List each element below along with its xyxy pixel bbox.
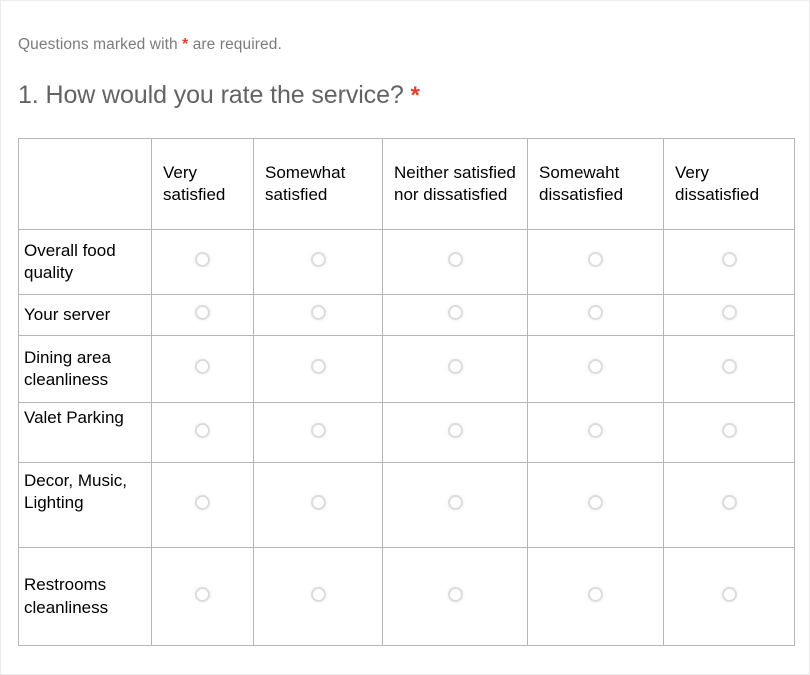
radio-cell-0-1[interactable] — [253, 229, 383, 295]
radio-cell-5-2[interactable] — [382, 547, 528, 646]
table-row: Overall food quality — [18, 229, 795, 295]
radio-cell-5-3[interactable] — [527, 547, 664, 646]
radio-unchecked-icon[interactable] — [447, 359, 463, 374]
radio-cell-4-0[interactable] — [151, 462, 254, 548]
radio-unchecked-icon[interactable] — [310, 422, 326, 438]
radio-unchecked-icon[interactable] — [195, 422, 210, 438]
matrix-column-header-1: Somewhat satisfied — [253, 138, 383, 230]
radio-unchecked-icon[interactable] — [721, 422, 737, 438]
radio-cell-1-0[interactable] — [151, 294, 254, 336]
radio-cell-1-2[interactable] — [382, 294, 528, 336]
radio-unchecked-icon[interactable] — [588, 359, 603, 374]
radio-unchecked-icon[interactable] — [310, 252, 326, 267]
radio-unchecked-icon[interactable] — [721, 495, 737, 510]
matrix-column-header-4: Very dissatisfied — [663, 138, 795, 230]
radio-cell-0-0[interactable] — [151, 229, 254, 295]
radio-cell-0-4[interactable] — [663, 229, 795, 295]
radio-unchecked-icon[interactable] — [447, 586, 463, 602]
matrix-row-label-3-cell: Valet Parking — [18, 402, 152, 463]
radio-cell-3-0[interactable] — [151, 402, 254, 463]
radio-unchecked-icon[interactable] — [721, 305, 737, 320]
table-row: Restrooms cleanliness — [18, 547, 795, 646]
question-title-text: 1. How would you rate the service? — [18, 81, 411, 109]
radio-cell-2-0[interactable] — [151, 335, 254, 403]
radio-cell-2-3[interactable] — [527, 335, 664, 403]
radio-cell-0-3[interactable] — [527, 229, 664, 295]
radio-unchecked-icon[interactable] — [195, 252, 210, 267]
rating-matrix-table: Very satisfied Somewhat satisfied Neithe… — [18, 138, 795, 646]
radio-unchecked-icon[interactable] — [721, 359, 737, 374]
radio-cell-2-4[interactable] — [663, 335, 795, 403]
matrix-row-label-4-cell: Decor, Music, Lighting — [18, 462, 152, 548]
radio-cell-3-1[interactable] — [253, 402, 383, 463]
radio-cell-3-3[interactable] — [527, 402, 664, 463]
radio-cell-1-1[interactable] — [253, 294, 383, 336]
matrix-column-header-2: Neither satisfied nor dissatisfied — [382, 138, 528, 230]
radio-unchecked-icon[interactable] — [447, 305, 463, 320]
table-row: Valet Parking — [18, 402, 795, 463]
radio-unchecked-icon[interactable] — [195, 305, 210, 320]
required-note-suffix: are required. — [188, 36, 282, 53]
radio-cell-5-0[interactable] — [151, 547, 254, 646]
radio-unchecked-icon[interactable] — [447, 422, 463, 438]
radio-cell-3-2[interactable] — [382, 402, 528, 463]
matrix-row-label-5: Restrooms cleanliness — [18, 547, 152, 646]
radio-unchecked-icon[interactable] — [195, 586, 210, 602]
radio-cell-4-3[interactable] — [527, 462, 664, 548]
matrix-row-label-4: Decor, Music, Lighting — [24, 471, 127, 513]
matrix-corner-cell — [18, 138, 152, 230]
radio-unchecked-icon[interactable] — [588, 422, 603, 438]
radio-unchecked-icon[interactable] — [310, 586, 326, 602]
matrix-column-header-0: Very satisfied — [151, 138, 254, 230]
radio-unchecked-icon[interactable] — [588, 586, 603, 602]
radio-unchecked-icon[interactable] — [588, 495, 603, 510]
matrix-column-header-3: Somewaht dissatisfied — [527, 138, 664, 230]
radio-unchecked-icon[interactable] — [588, 252, 603, 267]
required-fields-note: Questions marked with * are required. — [18, 36, 282, 54]
matrix-row-label-1: Your server — [18, 294, 152, 336]
question-title: 1. How would you rate the service? * — [18, 81, 420, 110]
radio-cell-2-1[interactable] — [253, 335, 383, 403]
radio-cell-0-2[interactable] — [382, 229, 528, 295]
required-note-prefix: Questions marked with — [18, 36, 183, 53]
radio-unchecked-icon[interactable] — [588, 305, 603, 320]
radio-unchecked-icon[interactable] — [310, 495, 326, 510]
radio-unchecked-icon[interactable] — [310, 305, 326, 320]
radio-cell-4-4[interactable] — [663, 462, 795, 548]
table-row: Dining area cleanliness — [18, 335, 795, 403]
matrix-header-row: Very satisfied Somewhat satisfied Neithe… — [18, 138, 795, 230]
radio-cell-4-2[interactable] — [382, 462, 528, 548]
radio-unchecked-icon[interactable] — [310, 359, 326, 374]
radio-unchecked-icon[interactable] — [195, 359, 210, 374]
radio-cell-3-4[interactable] — [663, 402, 795, 463]
radio-cell-1-4[interactable] — [663, 294, 795, 336]
matrix-row-label-2: Dining area cleanliness — [18, 335, 152, 403]
radio-unchecked-icon[interactable] — [721, 252, 737, 267]
radio-cell-1-3[interactable] — [527, 294, 664, 336]
matrix-row-label-3: Valet Parking — [24, 408, 124, 427]
table-row: Decor, Music, Lighting — [18, 462, 795, 548]
radio-unchecked-icon[interactable] — [447, 252, 463, 267]
radio-cell-4-1[interactable] — [253, 462, 383, 548]
radio-unchecked-icon[interactable] — [721, 586, 737, 602]
table-row: Your server — [18, 294, 795, 336]
radio-cell-5-1[interactable] — [253, 547, 383, 646]
radio-cell-2-2[interactable] — [382, 335, 528, 403]
radio-unchecked-icon[interactable] — [195, 495, 210, 510]
radio-cell-5-4[interactable] — [663, 547, 795, 646]
matrix-row-label-0: Overall food quality — [18, 229, 152, 295]
radio-unchecked-icon[interactable] — [447, 495, 463, 510]
question-required-asterisk: * — [410, 82, 420, 109]
survey-page-card: Questions marked with * are required. 1.… — [0, 0, 810, 675]
